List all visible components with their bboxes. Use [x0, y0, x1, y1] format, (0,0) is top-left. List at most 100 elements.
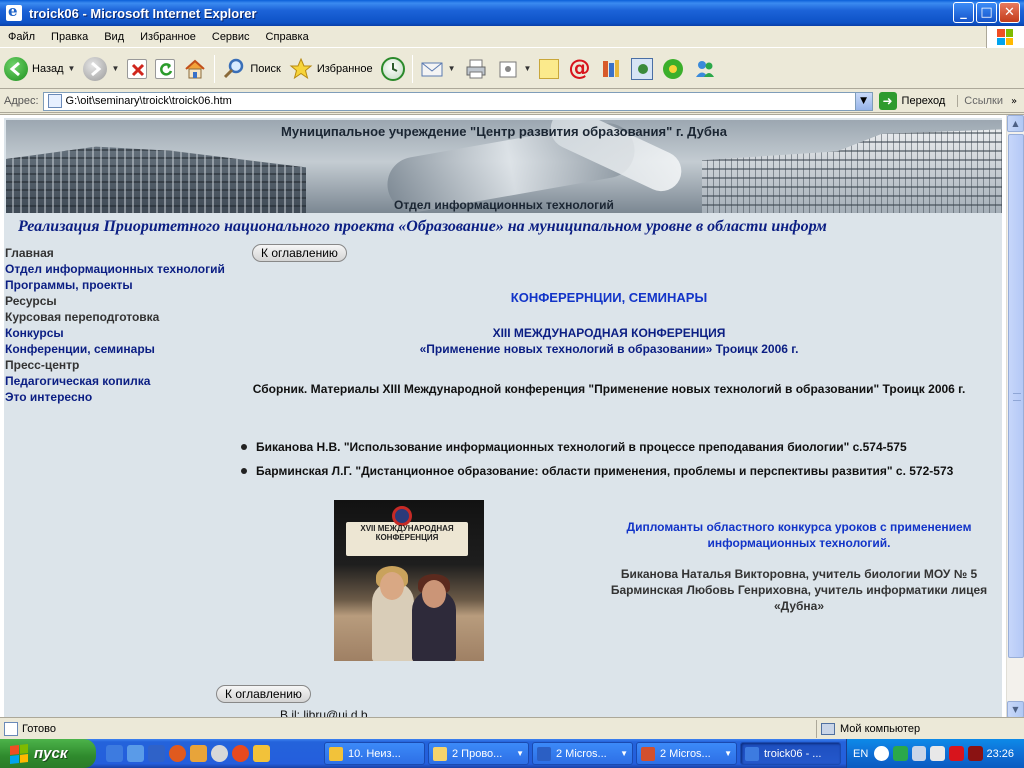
scroll-down-icon[interactable]: ▼: [1007, 701, 1024, 718]
nav-item-programs[interactable]: Программы, проекты: [5, 277, 245, 293]
stop-icon: [127, 58, 148, 79]
close-button[interactable]: ✕: [999, 2, 1020, 23]
minimize-button[interactable]: _: [953, 2, 974, 23]
title-bar: troick06 - Microsoft Internet Explorer _…: [0, 0, 1024, 26]
menu-edit[interactable]: Правка: [43, 31, 96, 43]
task-button[interactable]: 2 Прово... ▼: [428, 742, 529, 765]
back-label: Назад: [32, 62, 64, 75]
banner-title: Муниципальное учреждение "Центр развития…: [281, 124, 727, 139]
nav-item-resources[interactable]: Ресурсы: [5, 293, 245, 309]
toc-button-top[interactable]: К оглавлению: [252, 244, 347, 262]
desktop-quicklaunch-icon[interactable]: [127, 745, 144, 762]
maximize-button[interactable]: □: [976, 2, 997, 23]
scroll-thumb[interactable]: [1008, 134, 1024, 658]
menu-tools[interactable]: Сервис: [204, 31, 258, 43]
icq-button[interactable]: [657, 51, 689, 87]
task-button-active[interactable]: troick06 - ...: [740, 742, 841, 765]
nav-item-home[interactable]: Главная: [5, 245, 245, 261]
back-tray-icon[interactable]: [874, 746, 889, 761]
ie-quicklaunch-icon[interactable]: [106, 745, 123, 762]
browser-viewport: Муниципальное учреждение "Центр развития…: [0, 114, 1024, 718]
menu-help[interactable]: Справка: [258, 31, 317, 43]
media-quicklaunch-icon[interactable]: [169, 745, 186, 762]
antivirus-tray-icon[interactable]: [892, 746, 908, 761]
start-label: пуск: [34, 745, 68, 762]
search-button[interactable]: Поиск: [218, 51, 284, 87]
nav-item-pedagogical[interactable]: Педагогическая копилка: [5, 373, 245, 389]
player-quicklaunch-icon[interactable]: [211, 745, 228, 762]
printer-icon: [464, 57, 488, 81]
chevron-down-icon[interactable]: ▼: [524, 64, 532, 73]
diploma-winners: Биканова Наталья Викторовна, учитель био…: [594, 566, 1002, 614]
history-button[interactable]: [377, 51, 409, 87]
vertical-scrollbar[interactable]: ▲ ▼: [1006, 115, 1024, 718]
menu-favorites[interactable]: Избранное: [132, 31, 204, 43]
task-button[interactable]: 10. Неиз...: [324, 742, 425, 765]
cancel-tray-icon[interactable]: [930, 746, 946, 761]
network-tray-icon[interactable]: [911, 746, 927, 761]
menu-bar: Файл Правка Вид Избранное Сервис Справка: [0, 26, 1024, 48]
mailru-button[interactable]: @: [563, 51, 595, 87]
chevron-down-icon[interactable]: ▼: [68, 64, 76, 73]
forward-button[interactable]: ▼: [79, 51, 123, 87]
start-button[interactable]: пуск: [0, 739, 96, 768]
home-button[interactable]: [179, 51, 211, 87]
favorites-button[interactable]: Избранное: [285, 51, 377, 87]
at-sign-icon: @: [568, 55, 591, 81]
search-icon: [222, 57, 246, 81]
print-button[interactable]: [460, 51, 492, 87]
winamp-quicklaunch-icon[interactable]: [190, 745, 207, 762]
edit-button[interactable]: ▼: [492, 51, 536, 87]
note-icon: [539, 58, 560, 79]
quick-launch: [106, 745, 270, 762]
nav-item-courses[interactable]: Курсовая переподготовка: [5, 309, 245, 325]
refresh-button[interactable]: [151, 51, 179, 87]
nav-item-interesting[interactable]: Это интересно: [5, 389, 245, 405]
chevron-down-icon: ▼: [724, 749, 732, 758]
language-indicator[interactable]: EN: [853, 748, 868, 760]
msn-button[interactable]: [689, 51, 721, 87]
toolbar-separator: [214, 54, 216, 83]
nav-item-contests[interactable]: Конкурсы: [5, 325, 245, 341]
chevron-down-icon[interactable]: ▼: [448, 64, 456, 73]
clock-quicklaunch-icon[interactable]: [253, 745, 270, 762]
keyboard-tray-icon[interactable]: [967, 746, 983, 761]
discuss-button[interactable]: [535, 51, 563, 87]
go-arrow-icon: ➜: [878, 92, 897, 110]
header-banner: Муниципальное учреждение "Центр развития…: [6, 120, 1002, 213]
mailru-quicklaunch-icon[interactable]: [232, 745, 249, 762]
address-bar: Адрес: G:\oit\seminary\troick\troick06.h…: [0, 90, 1024, 113]
chevron-down-icon[interactable]: ▼: [111, 64, 119, 73]
back-button[interactable]: Назад ▼: [0, 51, 79, 87]
address-url[interactable]: G:\oit\seminary\troick\troick06.htm: [66, 95, 232, 107]
links-chevron-icon[interactable]: »: [1011, 96, 1017, 107]
task-buttons: 10. Неиз... 2 Прово... ▼ 2 Micros... ▼ 2…: [324, 742, 841, 765]
menu-file[interactable]: Файл: [0, 31, 43, 43]
task-button[interactable]: 2 Micros... ▼: [532, 742, 633, 765]
address-input[interactable]: G:\oit\seminary\troick\troick06.htm ▼: [42, 91, 873, 111]
stop-button[interactable]: [123, 51, 151, 87]
nav-item-it-department[interactable]: Отдел информационных технологий: [5, 261, 245, 277]
nav-item-conferences[interactable]: Конференции, семинары: [5, 341, 245, 357]
back-arrow-icon: [4, 56, 28, 81]
nav-item-press[interactable]: Пресс-центр: [5, 357, 245, 373]
star-icon: [289, 57, 313, 81]
links-button[interactable]: Ссылки: [957, 95, 1003, 107]
list-item: Биканова Н.В. "Использование информацион…: [240, 438, 980, 456]
menu-view[interactable]: Вид: [96, 31, 132, 43]
messenger-button[interactable]: [627, 51, 657, 87]
explorer-quicklaunch-icon[interactable]: [148, 745, 165, 762]
refresh-icon: [155, 58, 176, 79]
toc-button-bottom[interactable]: К оглавлению: [216, 685, 311, 703]
scroll-up-icon[interactable]: ▲: [1007, 115, 1024, 132]
research-button[interactable]: [595, 51, 627, 87]
folder-icon: [433, 746, 447, 761]
kaspersky-tray-icon[interactable]: [949, 746, 964, 761]
zone-label: Мой компьютер: [840, 723, 921, 735]
chevron-down-icon[interactable]: ▼: [854, 92, 872, 110]
go-button[interactable]: ➜ Переход: [878, 92, 945, 110]
conference-title-line2: «Применение новых технологий в образован…: [419, 342, 799, 356]
mail-button[interactable]: ▼: [416, 51, 460, 87]
task-button[interactable]: 2 Micros... ▼: [636, 742, 737, 765]
edit-page-icon: [496, 57, 520, 81]
